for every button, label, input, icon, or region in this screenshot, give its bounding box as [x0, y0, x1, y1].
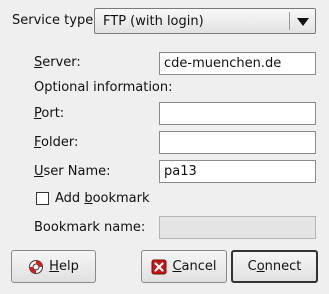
folder-label: Folder:: [34, 135, 79, 150]
bookmark-name-label: Bookmark name:: [34, 220, 146, 235]
user-name-field[interactable]: pa13: [159, 160, 316, 183]
cancel-button[interactable]: Cancel: [141, 250, 227, 283]
cancel-label: Cancel: [172, 259, 217, 274]
user-name-label: User Name:: [34, 164, 111, 179]
bookmark-name-field: [159, 216, 316, 239]
combo-separator: [289, 12, 290, 30]
folder-field[interactable]: [159, 131, 316, 154]
port-field[interactable]: [159, 102, 316, 125]
service-type-label: Service type:: [12, 13, 98, 28]
connect-button[interactable]: Connect: [231, 250, 318, 283]
connect-label: Connect: [247, 259, 302, 274]
add-bookmark-checkbox[interactable]: [36, 192, 49, 205]
help-button[interactable]: Help: [11, 250, 96, 283]
dropdown-arrow-icon: [297, 18, 309, 26]
help-label: Help: [49, 259, 79, 274]
cancel-x-icon: [151, 259, 167, 274]
lifebuoy-icon: [29, 259, 44, 274]
server-field[interactable]: cde-muenchen.de: [159, 52, 316, 75]
add-bookmark-label[interactable]: Add bookmark: [55, 191, 150, 207]
port-label: Port:: [34, 106, 65, 121]
server-label: Server:: [34, 55, 81, 70]
service-type-value: FTP (with login): [103, 14, 204, 29]
server-label-rest: erver:: [42, 55, 81, 70]
optional-info-heading: Optional information:: [34, 80, 173, 95]
service-type-combo[interactable]: FTP (with login): [94, 8, 316, 34]
